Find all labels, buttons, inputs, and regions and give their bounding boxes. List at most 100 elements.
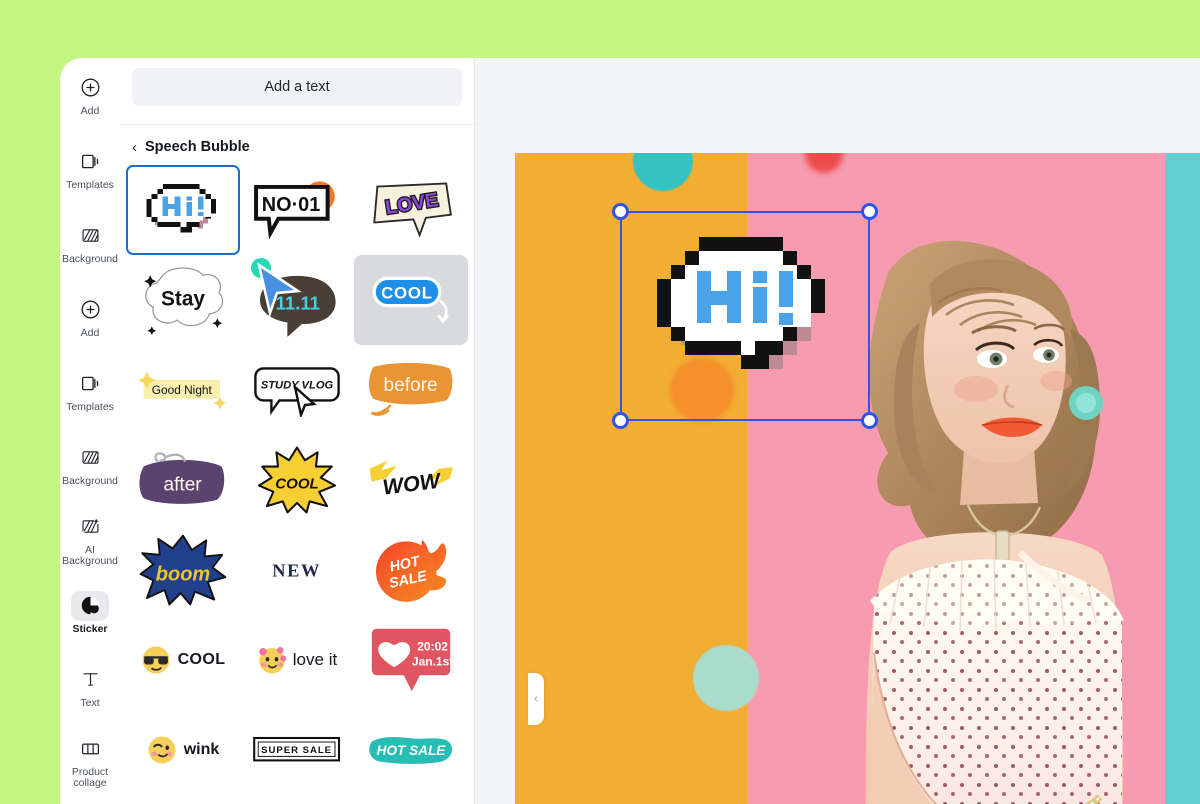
rail-label: Templates (66, 178, 114, 191)
sticker-tile-cool-blue-bubble[interactable]: COOL (354, 255, 468, 345)
stay-cloud-bubble-icon: Stay (144, 267, 224, 336)
love-it-label: love it (292, 650, 338, 669)
templates-icon (71, 369, 109, 399)
add-a-text-button[interactable]: Add a text (132, 68, 462, 106)
sticker-tile-wow-lightning[interactable]: WOW (354, 435, 468, 525)
hot-sale-flame-icon: HOT SALE (376, 539, 447, 602)
rail-item-add-1[interactable]: Add (60, 58, 120, 132)
sticker-tile-cool-starburst[interactable]: COOL (240, 435, 354, 525)
new-serif-text-icon: NEW (272, 560, 319, 580)
sticker-tile-eleven-eleven-bubble[interactable]: 11.11 (240, 255, 354, 345)
sticker-tile-cool-emoji[interactable]: COOL (126, 615, 240, 705)
rail-item-text[interactable]: Text (60, 650, 120, 724)
sticker-tile-stay-cloud-bubble[interactable]: Stay (126, 255, 240, 345)
heart-time-value: 20:02 (417, 639, 448, 653)
sticker-tile-love-it-emoji[interactable]: love it (240, 615, 354, 705)
background-hatch-icon (71, 221, 109, 251)
wow-lightning-icon: WOW (369, 460, 453, 500)
hot-sale-teal-icon: HOT SALE (369, 736, 453, 764)
rail-label: Product collage (71, 765, 109, 789)
no-01-bubble-icon: NO·01 (254, 181, 335, 240)
rail-item-ai-scan[interactable]: AI New (60, 798, 120, 804)
love-face-emoji-icon (259, 646, 287, 674)
before-brush-bubble-icon: before (369, 362, 453, 416)
sticker-panel: Add a text ‹ Speech Bubble NO·01 LOVE St… (120, 58, 544, 804)
collapse-panel-handle[interactable]: ‹ (528, 673, 544, 725)
sticker-tile-love-bubble[interactable]: LOVE (354, 165, 468, 255)
rail-label: Add (80, 104, 100, 117)
resize-handle-bottom-right[interactable] (861, 412, 878, 429)
cool-starburst-icon: COOL (258, 446, 336, 514)
sticker-grid: NO·01 LOVE Stay 11.11 COOL Good Night ST… (120, 165, 474, 795)
rail-label: Background (61, 252, 119, 265)
rail-label: AI Background (61, 543, 119, 567)
templates-icon (71, 147, 109, 177)
rail-item-background-1[interactable]: Background (60, 206, 120, 280)
sticker-tile-no-01-bubble[interactable]: NO·01 (240, 165, 354, 255)
sticker-tile-new-serif-text[interactable]: NEW (240, 525, 354, 615)
rail-item-product-collage[interactable]: Product collage (60, 724, 120, 798)
rail-label: Text (80, 696, 100, 709)
wink-label: wink (183, 741, 220, 758)
hot-sale-teal-label: HOT SALE (377, 743, 447, 758)
cool-blue-bubble-icon: COOL (372, 276, 449, 324)
rail-label: Background (61, 474, 119, 487)
resize-handle-top-right[interactable] (861, 203, 878, 220)
heart-date-value: Jan.1st (412, 655, 452, 669)
cursor-pointer-icon (293, 385, 317, 417)
before-label: before (384, 375, 438, 396)
ai-background-icon (71, 512, 109, 542)
cool-emoji-label: COOL (177, 651, 226, 668)
good-night-highlight-icon: Good Night (138, 371, 226, 410)
after-brush-bubble-icon: after (139, 452, 225, 504)
text-t-icon (71, 665, 109, 695)
sticker-tile-wink-emoji[interactable]: wink (126, 705, 240, 795)
sticker-tile-good-night-highlight[interactable]: Good Night (126, 345, 240, 435)
sticker-tile-super-sale-box[interactable]: SUPER SALE (240, 705, 354, 795)
after-label: after (164, 474, 203, 495)
rail-item-background-2[interactable]: Background (60, 428, 120, 502)
hi-pixel-bubble-icon (146, 183, 217, 233)
resize-handle-top-left[interactable] (612, 203, 629, 220)
super-sale-box-icon: SUPER SALE (253, 736, 341, 762)
sticker-tile-hot-sale-teal[interactable]: HOT SALE (354, 705, 468, 795)
sticker-tile-boom-starburst[interactable]: boom (126, 525, 240, 615)
heart-time-bubble-icon: 20:02 Jan.1st (371, 628, 452, 692)
rail-label: Add (80, 326, 100, 339)
good-night-label: Good Night (152, 383, 213, 397)
category-header: ‹ Speech Bubble (120, 125, 474, 165)
plus-circle-icon (71, 295, 109, 325)
sticker-tile-hot-sale-flame[interactable]: HOT SALE (354, 525, 468, 615)
cool-starburst-label: COOL (275, 476, 318, 493)
decor-ball-mint (693, 645, 759, 711)
sticker-tile-after-brush-bubble[interactable]: after (126, 435, 240, 525)
sticker-tile-hi-pixel-bubble[interactable] (126, 165, 240, 255)
design-canvas[interactable] (515, 153, 1200, 804)
rail-label: Sticker (72, 622, 108, 635)
wink-emoji-icon (148, 736, 176, 764)
plus-circle-icon (71, 73, 109, 103)
no-01-bubble-label: NO·01 (262, 194, 321, 216)
product-collage-icon (71, 734, 109, 764)
selection-frame[interactable] (612, 203, 878, 429)
editor-app: Add a text ‹ Speech Bubble NO·01 LOVE St… (60, 58, 1200, 804)
back-chevron-icon[interactable]: ‹ (132, 140, 137, 155)
rail-item-add-2[interactable]: Add (60, 280, 120, 354)
boom-label: boom (156, 563, 210, 585)
sticker-tile-study-vlog-bubble[interactable]: STUDY VLOG (240, 345, 354, 435)
background-hatch-icon (71, 443, 109, 473)
rail-label: Templates (66, 400, 114, 413)
sunglasses-emoji-icon (142, 646, 170, 674)
rail-item-ai-background[interactable]: AI Background (60, 502, 120, 576)
cool-blue-bubble-label: COOL (381, 283, 433, 302)
sticker-tile-heart-time-bubble[interactable]: 20:02 Jan.1st (354, 615, 468, 705)
super-sale-label: SUPER SALE (261, 745, 332, 756)
resize-handle-bottom-left[interactable] (612, 412, 629, 429)
rail-item-sticker[interactable]: Sticker (60, 576, 120, 650)
stay-cloud-bubble-label: Stay (161, 288, 205, 311)
rail-item-templates-2[interactable]: Templates (60, 354, 120, 428)
rail-item-templates-1[interactable]: Templates (60, 132, 120, 206)
category-title: Speech Bubble (145, 139, 250, 155)
love-bubble-icon: LOVE (373, 182, 452, 238)
sticker-tile-before-brush-bubble[interactable]: before (354, 345, 468, 435)
